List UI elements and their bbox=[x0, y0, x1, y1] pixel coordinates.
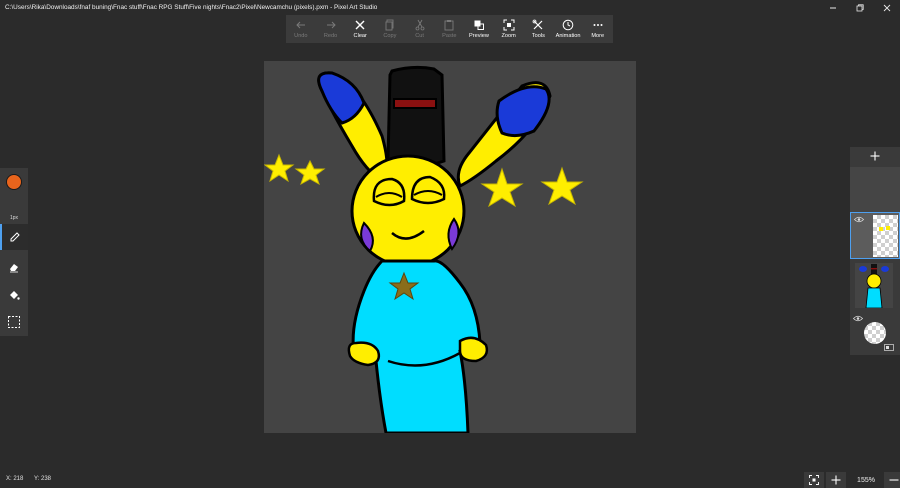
cut-label: Cut bbox=[415, 33, 424, 39]
cut-button[interactable]: Cut bbox=[405, 15, 435, 43]
zoom-icon bbox=[503, 19, 515, 31]
canvas-artwork bbox=[264, 61, 636, 433]
layer-1-thumbnail bbox=[873, 215, 898, 257]
drawing-canvas[interactable] bbox=[264, 61, 636, 433]
preview-icon bbox=[474, 20, 484, 30]
eraser-tool[interactable] bbox=[0, 254, 28, 280]
window-title: C:\Users\Rika\Downloads\fnaf buning\Fnac… bbox=[5, 4, 378, 11]
layer-3[interactable] bbox=[850, 312, 900, 359]
copy-label: Copy bbox=[383, 33, 397, 39]
redo-label: Redo bbox=[323, 33, 338, 39]
status-bar: X: 218 Y: 238 bbox=[0, 472, 900, 488]
plus-icon bbox=[870, 151, 880, 161]
layer-3-thumbnail bbox=[864, 322, 886, 344]
hat-band bbox=[393, 98, 437, 109]
layer-1-thumb-mark bbox=[879, 227, 883, 231]
more-icon bbox=[593, 24, 603, 26]
clock-icon bbox=[562, 19, 574, 31]
preview-label: Preview bbox=[469, 33, 489, 39]
tools-button[interactable]: Tools bbox=[524, 15, 554, 43]
add-layer-button[interactable] bbox=[850, 147, 900, 165]
redo-button[interactable]: Redo bbox=[316, 15, 346, 43]
selection-icon bbox=[8, 316, 20, 328]
zoom-button[interactable]: Zoom bbox=[494, 15, 524, 43]
fill-bucket-icon bbox=[10, 291, 20, 300]
zoom-level: 155% bbox=[857, 476, 875, 484]
close-button[interactable] bbox=[873, 0, 900, 15]
minimize-button[interactable] bbox=[819, 0, 846, 15]
layer-2[interactable] bbox=[850, 262, 900, 309]
layer-1-thumb-mark-2 bbox=[886, 226, 890, 230]
preview-button[interactable]: Preview bbox=[464, 15, 494, 43]
pencil-tool[interactable] bbox=[0, 224, 28, 250]
fit-to-screen-button[interactable] bbox=[804, 472, 824, 488]
undo-button[interactable]: Undo bbox=[286, 15, 316, 43]
plus-icon bbox=[831, 475, 841, 485]
more-button[interactable]: More bbox=[583, 15, 613, 43]
close-icon bbox=[883, 4, 890, 11]
right-hand bbox=[458, 336, 489, 363]
color-picker-swatch[interactable] bbox=[6, 174, 22, 190]
pencil-icon bbox=[10, 232, 20, 242]
arrow-left-icon bbox=[296, 21, 305, 29]
eye-icon[interactable] bbox=[853, 315, 863, 322]
clear-label: Clear bbox=[353, 33, 367, 39]
minimize-icon bbox=[829, 7, 836, 8]
window-controls bbox=[819, 0, 900, 15]
eye-icon[interactable] bbox=[854, 216, 864, 223]
paste-button[interactable]: Paste bbox=[434, 15, 464, 43]
layer-1[interactable] bbox=[850, 212, 900, 259]
layer-empty-slot[interactable] bbox=[850, 167, 900, 212]
cursor-x: X: 218 bbox=[6, 476, 24, 482]
paste-label: Paste bbox=[442, 33, 457, 39]
main-toolbar: Undo Redo Clear Copy Cut Paste Preview Z… bbox=[286, 15, 613, 43]
paste-icon bbox=[444, 20, 454, 31]
minus-icon bbox=[889, 479, 899, 481]
zoom-controls: 155% bbox=[804, 472, 900, 488]
copy-button[interactable]: Copy bbox=[375, 15, 405, 43]
x-icon bbox=[355, 20, 365, 30]
zoom-label: Zoom bbox=[501, 33, 516, 39]
selection-tool[interactable] bbox=[0, 309, 28, 335]
tools-label: Tools bbox=[531, 33, 545, 39]
cursor-y: Y: 238 bbox=[34, 476, 52, 482]
animation-button[interactable]: Animation bbox=[553, 15, 583, 43]
undo-label: Undo bbox=[294, 33, 308, 39]
eraser-icon bbox=[10, 264, 18, 273]
top-hat bbox=[386, 65, 446, 168]
layer-options-icon[interactable] bbox=[884, 344, 894, 351]
more-label: More bbox=[591, 33, 605, 39]
arrow-right-icon bbox=[326, 21, 336, 29]
scissors-icon bbox=[415, 19, 424, 31]
title-bar: C:\Users\Rika\Downloads\fnaf buning\Fnac… bbox=[0, 0, 900, 15]
copy-icon bbox=[385, 19, 394, 31]
fill-bucket-tool[interactable] bbox=[0, 282, 28, 308]
clear-button[interactable]: Clear bbox=[345, 15, 375, 43]
fit-screen-icon bbox=[809, 475, 819, 485]
zoom-in-button[interactable] bbox=[826, 472, 846, 488]
layer-2-thumbnail bbox=[855, 263, 893, 308]
brush-size-label[interactable]: 1px bbox=[0, 215, 28, 221]
restore-icon bbox=[856, 3, 864, 11]
maximize-button[interactable] bbox=[846, 0, 873, 15]
zoom-out-button[interactable] bbox=[884, 472, 900, 488]
left-tool-panel: 1px bbox=[0, 168, 28, 336]
tools-icon bbox=[532, 19, 543, 30]
animation-label: Animation bbox=[555, 33, 581, 39]
